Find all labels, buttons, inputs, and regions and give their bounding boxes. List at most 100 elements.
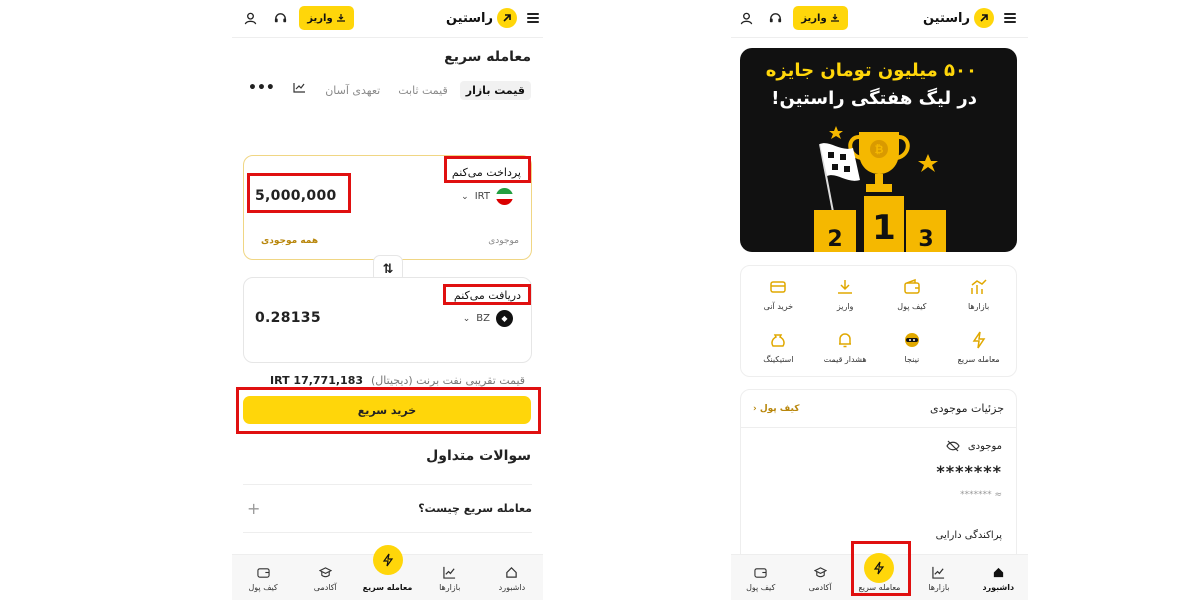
wallet-link[interactable]: کیف پول ‹ [753,404,799,414]
logo-mark-icon [974,8,994,28]
nav-item-markets[interactable]: بازارها [419,555,481,600]
highlight-pay-amount [247,173,351,213]
academy-icon [813,567,827,578]
services-grid: بازارها کیف پول واریز خرید آنی معامله سر… [740,265,1017,377]
podium-second: 2 [827,227,842,252]
faq-item[interactable]: + معامله سریع چیست؟ [243,484,532,532]
promo-banner[interactable]: ۵۰۰ میلیون تومان جایزه در لیگ هفتگی راست… [740,48,1017,252]
brand-name: راستین [445,10,493,26]
service-price-alert[interactable]: هشدار قیمت [812,331,879,370]
service-label: کیف پول [897,302,927,311]
service-quick-trade[interactable]: معامله سریع [945,331,1012,370]
tab-market-price[interactable]: قیمت بازار [459,80,531,100]
receive-amount: 0.28135 [255,310,321,326]
wallet-icon [904,278,920,294]
service-label: واریز [836,302,854,311]
deposit-label: واریز [801,12,827,24]
receive-currency-select[interactable]: ⌄ BZ ◆ [463,310,513,327]
service-label: خرید آنی [763,302,794,311]
highlight-buy-button [236,387,541,434]
menu-icon[interactable] [527,12,539,24]
estimate-label: قیمت تقریبی نفت برنت (دیجیتال) [371,374,526,387]
service-ninja[interactable]: نینجا [879,331,946,370]
page-title: معامله سریع [444,49,531,65]
logo[interactable]: راستین [446,8,517,28]
support-headset-icon[interactable] [273,11,288,26]
service-staking[interactable]: استیکینگ [745,331,812,370]
nav-item-wallet[interactable]: کیف پول [731,555,790,600]
podium-first: 1 [872,208,896,248]
bottom-nav: داشبورد بازارها معامله سریع آکادمی کیف پ… [232,545,543,600]
service-wallet[interactable]: کیف پول [879,278,946,317]
banner-headline: ۵۰۰ میلیون تومان جایزه [765,60,977,81]
bag-icon [771,334,786,347]
chart-icon [443,566,456,579]
service-markets[interactable]: بازارها [945,278,1012,317]
chart-icon[interactable] [293,82,306,93]
iran-flag-icon [496,188,513,205]
deposit-label: واریز [307,12,333,24]
wallet-icon [754,568,767,578]
dashboard-screen: راستین واریز ۵۰۰ میلیون تومان جایزه در ل… [731,0,1028,600]
user-icon[interactable] [739,11,754,26]
highlight-pay-label [444,156,531,183]
balance-details-header: جزئیات موجودی کیف پول ‹ [741,390,1016,428]
balance-value: ******* [936,462,1002,481]
balance-approx: ******* ≈ [960,490,1002,500]
download-icon [830,14,839,22]
tab-easy-commitment[interactable]: تعهدی آسان [319,81,386,100]
chart-icon [970,279,987,294]
nav-item-academy[interactable]: آکادمی [294,555,356,600]
nav-item-academy[interactable]: آکادمی [790,555,849,600]
nav-item-dashboard[interactable]: داشبورد [481,555,543,600]
user-icon[interactable] [243,11,258,26]
logo[interactable]: راستین [923,8,994,28]
pay-currency-code: IRT [474,191,490,202]
highlight-receive-label [443,284,531,305]
download-icon [336,14,345,22]
nav-label: بازارها [439,583,461,592]
nav-label: داشبورد [498,583,526,592]
tab-tools: ••• [248,81,306,95]
card-icon [770,281,787,293]
ninja-icon [904,333,919,347]
more-options-icon[interactable]: ••• [248,81,275,95]
download-icon [838,280,853,294]
tab-fixed-price[interactable]: قیمت ثابت [392,81,454,100]
balance-label: موجودی [488,236,519,246]
nav-label: آکادمی [808,583,832,592]
support-headset-icon[interactable] [768,11,783,26]
menu-icon[interactable] [1004,12,1016,24]
nav-item-wallet[interactable]: کیف پول [232,555,294,600]
chevron-down-icon: ⌄ [461,191,469,202]
deposit-button[interactable]: واریز [793,6,848,30]
quick-trade-screen: راستین واریز معامله سریع قیمت بازار قیمت… [232,0,543,600]
nav-item-quick-trade[interactable]: معامله سریع [356,545,418,600]
nav-item-dashboard[interactable]: داشبورد [969,555,1028,600]
home-icon [993,567,1003,578]
balance-label: موجودی [967,440,1002,452]
nav-item-markets[interactable]: بازارها [909,555,968,600]
deposit-button[interactable]: واریز [299,6,354,30]
top-bar: راستین واریز [232,0,543,38]
nav-label: کیف پول [248,583,278,592]
service-label: معامله سریع [957,355,1000,364]
estimate-row: قیمت تقریبی نفت برنت (دیجیتال) 17,771,18… [270,374,525,387]
plus-icon: + [247,499,261,518]
receive-currency-code: BZ [476,313,490,324]
bolt-icon [972,331,986,349]
pay-currency-select[interactable]: ⌄ IRT [461,188,513,205]
balance-details-title: جزئیات موجودی [929,402,1004,415]
balance-details-card: جزئیات موجودی کیف پول ‹ موجودی ******* *… [740,389,1017,564]
service-label: بازارها [967,302,990,311]
wallet-link-label: کیف پول [759,403,800,414]
all-balance-link[interactable]: همه موجودی [261,236,318,246]
service-deposit[interactable]: واریز [812,278,879,317]
trade-tabs: قیمت بازار قیمت ثابت تعهدی آسان [319,79,531,101]
nav-label: معامله سریع [362,583,413,592]
service-instant-buy[interactable]: خرید آنی [745,278,812,317]
top-bar: راستین واریز [731,0,1028,38]
nav-label: بازارها [928,583,950,592]
eye-off-icon[interactable] [946,440,960,452]
nav-label: داشبورد [982,583,1015,592]
